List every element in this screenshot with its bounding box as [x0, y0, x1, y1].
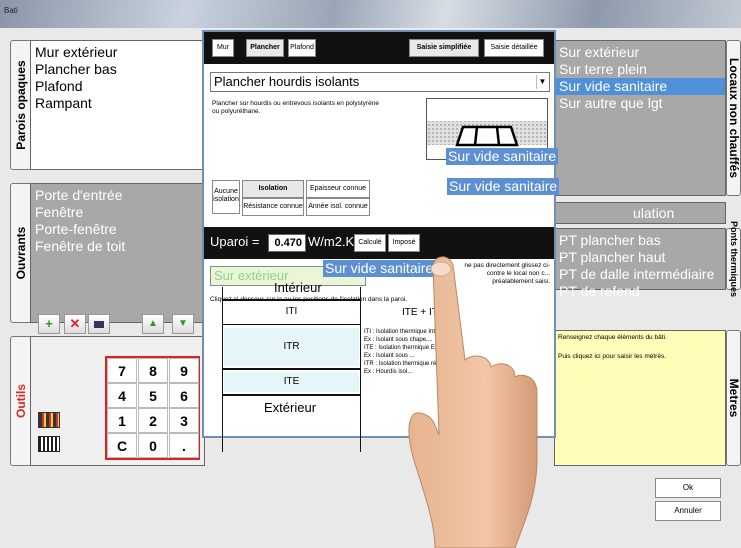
key-4[interactable]: 4: [107, 383, 137, 408]
keyboard-icon[interactable]: [38, 436, 60, 452]
ponts-list: PT plancher bas PT plancher haut PT de d…: [559, 232, 714, 300]
saisie-simplifiee-button[interactable]: Saisie simplifiée: [409, 39, 479, 57]
locaux-item[interactable]: Sur extérieur: [555, 44, 725, 61]
ouvrants-list-panel: Porte d'entrée Fenêtre Porte-fenêtre Fen…: [30, 183, 205, 323]
ouvrants-item[interactable]: Porte d'entrée: [35, 187, 125, 204]
tab-ouvrants[interactable]: Ouvrants: [10, 183, 32, 323]
isolation-strip: ulation: [554, 202, 726, 224]
calcule-button[interactable]: Calculé: [354, 234, 386, 252]
parois-item[interactable]: Rampant: [35, 95, 117, 112]
key-1[interactable]: 1: [107, 408, 137, 433]
iso-unknown-button[interactable]: Isolation inconnue: [242, 180, 304, 208]
chevron-down-icon[interactable]: ▼: [536, 75, 548, 89]
metres-hint-1: Renseignez chaque éléments du bâti.: [558, 334, 667, 341]
ouvrants-item[interactable]: Fenêtre: [35, 204, 125, 221]
layer-iti[interactable]: ITI: [224, 302, 359, 322]
ouvrants-list: Porte d'entrée Fenêtre Porte-fenêtre Fen…: [35, 187, 125, 255]
tab-ouvrants-label: Ouvrants: [14, 226, 28, 280]
ponts-list-panel: PT plancher bas PT plancher haut PT de d…: [554, 228, 726, 299]
ouvrants-item[interactable]: Fenêtre de toit: [35, 238, 125, 255]
ponts-item[interactable]: PT plancher bas: [559, 232, 714, 249]
tab-locaux-non-chauffes[interactable]: Locaux non chauffés: [726, 40, 741, 196]
delete-button[interactable]: ✕: [64, 314, 86, 334]
key-3[interactable]: 3: [169, 408, 199, 433]
ponts-item[interactable]: PT de refend: [559, 283, 714, 300]
key-c[interactable]: C: [107, 433, 137, 458]
layer-itr[interactable]: ITR: [224, 328, 359, 366]
pointing-hand-icon: [408, 256, 538, 548]
key-9[interactable]: 9: [169, 358, 199, 383]
ouvrants-item[interactable]: Porte-fenêtre: [35, 221, 125, 238]
move-down-button[interactable]: ▼: [172, 314, 194, 334]
key-2[interactable]: 2: [138, 408, 168, 433]
dialog-top-bar: Mur Plancher Plafond Saisie simplifiée S…: [204, 32, 554, 64]
key-0[interactable]: 0: [138, 433, 168, 458]
wall-line: [222, 368, 360, 370]
iso-thickness-button[interactable]: Epaisseur connue: [306, 180, 370, 198]
wall-line: [222, 324, 360, 325]
tab-mur[interactable]: Mur: [212, 39, 234, 57]
tab-outils[interactable]: Outils: [10, 336, 32, 466]
iso-year-button[interactable]: Année isol. connue: [306, 198, 370, 216]
ponts-item[interactable]: PT plancher haut: [559, 249, 714, 266]
metres-panel[interactable]: Renseignez chaque éléments du bâti. Puis…: [554, 330, 726, 466]
layer-ite[interactable]: ITE: [224, 372, 359, 392]
key-6[interactable]: 6: [169, 383, 199, 408]
tab-locaux-label: Locaux non chauffés: [726, 57, 741, 179]
copy-button[interactable]: [88, 314, 110, 334]
cancel-button[interactable]: Annuler: [655, 501, 721, 521]
tab-parois-label: Parois opaques: [14, 60, 28, 150]
calculator-icon[interactable]: [38, 412, 60, 428]
key-8[interactable]: 8: [138, 358, 168, 383]
wall-line-right: [360, 287, 361, 452]
wall-line-top: [222, 299, 360, 301]
tab-outils-label: Outils: [14, 383, 28, 419]
locaux-list-panel: Sur extérieur Sur terre plein Sur vide s…: [554, 40, 726, 196]
ok-button[interactable]: Ok: [655, 478, 721, 498]
saisie-detaillee-button[interactable]: Saisie détaillée: [484, 39, 544, 57]
move-up-button[interactable]: ▲: [142, 314, 164, 334]
iso-resistance-button[interactable]: Résistance connue: [242, 198, 304, 216]
locaux-item[interactable]: Sur autre que lgt: [555, 95, 725, 112]
plancher-type-select[interactable]: Plancher hourdis isolants ▼: [210, 72, 550, 92]
tab-ponts-label: Ponts thermiques: [728, 220, 739, 298]
tab-metres[interactable]: Metres: [726, 330, 741, 466]
add-button[interactable]: +: [38, 314, 60, 334]
uparoi-label: Uparoi =: [210, 234, 260, 249]
tab-metres-label: Metres: [726, 378, 741, 418]
isolation-ghost-text: ulation: [633, 205, 675, 221]
title-bar: Bati: [0, 0, 741, 28]
locaux-item-selected[interactable]: Sur vide sanitaire: [555, 78, 725, 95]
tab-parois-opaques[interactable]: Parois opaques: [10, 40, 32, 170]
plancher-type-value: Plancher hourdis isolants: [214, 74, 360, 89]
interior-label: Intérieur: [274, 280, 322, 295]
parois-list-panel: Mur extérieur Plancher bas Plafond Rampa…: [30, 40, 205, 170]
tab-plancher[interactable]: Plancher: [246, 39, 284, 57]
exterior-label: Extérieur: [264, 400, 317, 415]
key-7[interactable]: 7: [107, 358, 137, 383]
uparoi-value[interactable]: 0.470: [268, 234, 306, 252]
metres-hint-2: Puis cliquez ici pour saisir les métrés.: [558, 353, 667, 360]
key-dot[interactable]: .: [169, 433, 199, 458]
window-title: Bati: [4, 6, 18, 15]
key-5[interactable]: 5: [138, 383, 168, 408]
numeric-keypad: 7 8 9 4 5 6 1 2 3 C 0 .: [105, 356, 200, 460]
tab-plafond[interactable]: Plafond: [288, 39, 316, 57]
tab-ponts-thermiques[interactable]: Ponts thermiques: [726, 221, 741, 297]
plancher-description: Plancher sur hourdis ou entrevous isolan…: [212, 100, 379, 115]
parois-item[interactable]: Mur extérieur: [35, 44, 117, 61]
parois-item[interactable]: Plafond: [35, 78, 117, 95]
wall-line-bottom: [222, 394, 360, 396]
locaux-list: Sur extérieur Sur terre plein Sur vide s…: [555, 44, 725, 112]
copy-icon: [94, 321, 104, 328]
drag-label-ghost: Sur vide sanitaire: [446, 148, 559, 165]
uparoi-unit: W/m2.K: [308, 234, 355, 249]
locaux-item[interactable]: Sur terre plein: [555, 61, 725, 78]
drag-label-ghost: Sur vide sanitaire: [447, 178, 560, 195]
parois-list: Mur extérieur Plancher bas Plafond Rampa…: [35, 44, 117, 112]
ponts-item[interactable]: PT de dalle intermédiaire: [559, 266, 714, 283]
parois-item[interactable]: Plancher bas: [35, 61, 117, 78]
iso-none-button[interactable]: Aucune isolation: [212, 180, 240, 214]
